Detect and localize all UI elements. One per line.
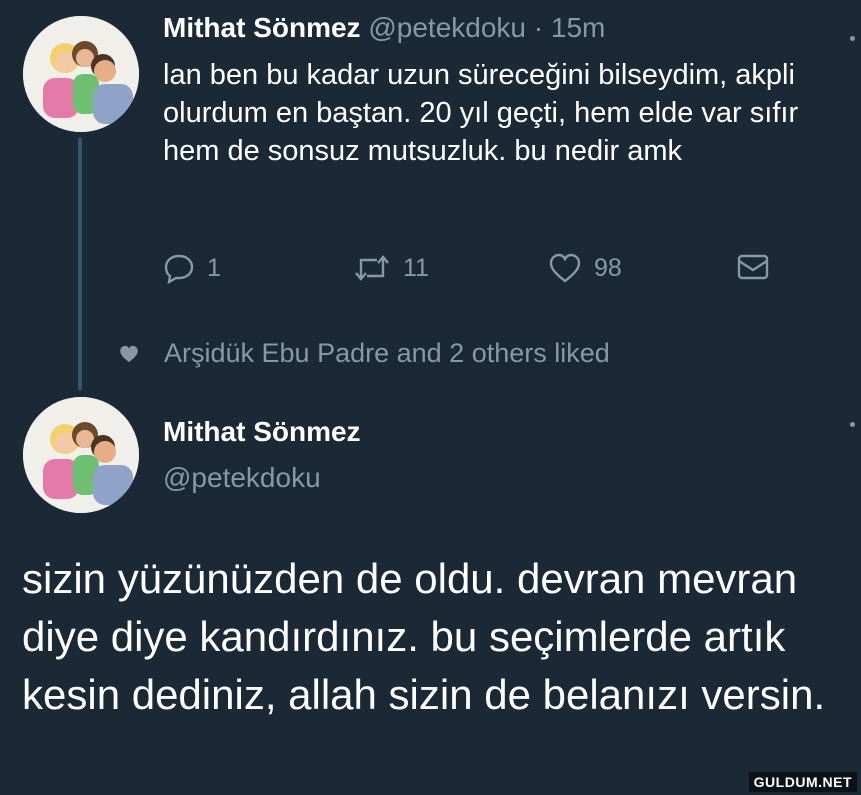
direct-message-button[interactable] [736, 252, 770, 282]
heart-icon [549, 253, 581, 283]
retweet-icon [355, 255, 389, 281]
avatar[interactable] [23, 397, 139, 513]
more-icon[interactable] [850, 422, 855, 427]
envelope-icon [737, 254, 769, 280]
user-handle[interactable]: @petekdoku [368, 12, 526, 43]
display-name[interactable]: Mithat Sönmez [163, 416, 361, 448]
avatar-photo [23, 16, 139, 132]
avatar[interactable] [23, 16, 139, 132]
reply-button[interactable]: 1 [163, 252, 221, 284]
liked-heart-icon [120, 345, 138, 362]
tweet-text: sizin yüzünüzden de oldu. devran mevran … [22, 555, 826, 718]
separator: · [533, 12, 544, 43]
reply-icon [164, 254, 194, 284]
tweet-text: lan ben bu kadar uzun süreceğini bilseyd… [163, 59, 799, 167]
watermark: GULDUM.NET [748, 772, 857, 792]
retweet-button[interactable]: 11 [353, 252, 429, 284]
reply-count: 1 [207, 253, 221, 282]
thread-line [78, 138, 82, 390]
user-handle[interactable]: @petekdoku [163, 462, 321, 494]
more-icon[interactable] [850, 36, 855, 41]
tweet-header: Mithat Sönmez @petekdoku · 15m [163, 12, 605, 44]
like-count: 98 [594, 253, 622, 282]
avatar-photo [23, 397, 139, 513]
social-context[interactable]: Arşidük Ebu Padre and 2 others liked [118, 338, 610, 369]
liked-by-text: Arşidük Ebu Padre and 2 others liked [164, 338, 610, 368]
display-name[interactable]: Mithat Sönmez [163, 12, 361, 43]
like-button[interactable]: 98 [548, 252, 622, 284]
timestamp[interactable]: 15m [551, 12, 605, 43]
retweet-count: 11 [403, 253, 429, 282]
tweet-actions: 1 11 98 [163, 252, 783, 292]
